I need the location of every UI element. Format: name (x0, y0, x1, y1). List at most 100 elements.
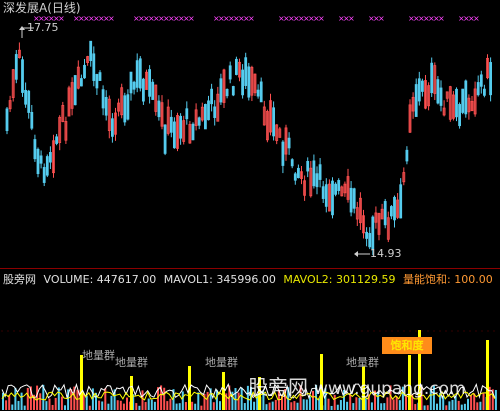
candle-body (104, 97, 108, 116)
saturation-guide-dot (307, 330, 309, 332)
saturation-guide-dot (31, 330, 33, 332)
candle-body (225, 88, 229, 97)
candle-body (197, 117, 201, 126)
volume-bar (482, 393, 485, 410)
saturation-guide-dot (187, 330, 189, 332)
candle-body (228, 65, 232, 80)
saturation-guide-dot (415, 330, 417, 332)
saturation-guide-dot (223, 330, 225, 332)
saturation-guide-dot (343, 330, 345, 332)
saturation-guide-dot (421, 330, 423, 332)
candle-body (163, 124, 167, 154)
saturation-guide-dot (361, 330, 363, 332)
volume-bar-highlight (486, 340, 489, 410)
mavol1-value: MAVOL1: 345996.00 (163, 273, 276, 286)
volume-bar (23, 405, 26, 410)
candle-body (95, 74, 99, 89)
candle-body (287, 137, 291, 149)
volume-bar (76, 389, 79, 410)
low-volume-tag: 地量群 (115, 356, 148, 369)
candle-body (27, 90, 31, 113)
low-price-label: 14.93 (370, 247, 402, 260)
volume-bar (147, 398, 150, 410)
candle-body (393, 196, 396, 221)
candle-body (73, 75, 77, 106)
volume-bar (64, 405, 66, 410)
saturation-guide-dot (37, 330, 39, 332)
saturation-guide-dot (373, 330, 375, 332)
saturation-guide-dot (79, 330, 81, 332)
candle-body (45, 156, 49, 176)
saturation-guide-dot (367, 330, 369, 332)
volume-bar (60, 396, 63, 410)
candle-body (231, 86, 235, 96)
volume-bar (346, 401, 349, 410)
saturation-guide-dot (265, 330, 267, 332)
volume-bar (268, 402, 271, 410)
candle-body (33, 139, 37, 160)
candle-body (420, 80, 424, 92)
saturation-guide-dot (121, 330, 123, 332)
high-arrow-icon (19, 26, 34, 38)
candle-body (281, 141, 285, 166)
volume-bar (144, 402, 147, 410)
saturation-guide-dot (1, 330, 3, 332)
saturation-guide-dot (481, 330, 483, 332)
saturation-guide-dot (277, 330, 279, 332)
price-chart-panel[interactable]: × × × × × × × × × × × × × × × × × × × × × × × × × × × × × × × × × × × × × × × ×… (0, 0, 500, 267)
volume-bar (57, 387, 60, 410)
saturation-guide-dot (319, 330, 321, 332)
saturation-guide-dot (205, 330, 207, 332)
candle-body (324, 184, 328, 207)
volume-bar (414, 404, 417, 410)
candle-body (234, 58, 238, 75)
volume-bar (116, 400, 119, 410)
candle-body (21, 59, 24, 93)
candle-body (399, 184, 403, 219)
volume-bar (26, 387, 29, 410)
candle-body (30, 111, 34, 129)
volume-bar (423, 405, 426, 410)
candle-body (42, 167, 46, 183)
volume-bar (153, 401, 156, 410)
saturation-guide-dot (331, 330, 333, 332)
saturation-guide-dot (379, 330, 381, 332)
low-volume-tag: 地量群 (205, 356, 238, 369)
volume-bar (494, 389, 497, 410)
candle-body (111, 118, 114, 137)
volume-bar (398, 400, 401, 410)
volume-bar (135, 403, 138, 410)
volume-value: VOLUME: 447617.00 (43, 273, 157, 286)
saturation-guide-dot (175, 330, 177, 332)
candle-body (148, 69, 152, 97)
candle-body (141, 78, 145, 102)
candle-body (219, 78, 223, 103)
volume-bar (17, 400, 20, 410)
signal-marker: × (378, 14, 385, 23)
volume-bar (141, 390, 144, 410)
saturation-guide-dot (211, 330, 213, 332)
signal-marker: × (188, 14, 195, 23)
saturation-guide-dot (493, 330, 495, 332)
candle-body (39, 155, 43, 164)
volume-bar (122, 403, 125, 410)
saturation-guide-dot (301, 330, 303, 332)
candle-body (135, 60, 139, 88)
saturation-guide-dot (169, 330, 171, 332)
volume-bar (330, 405, 333, 410)
volume-bar (426, 405, 429, 410)
candle-body (315, 173, 319, 188)
saturation-guide-dot (43, 330, 45, 332)
volume-bar (271, 401, 274, 410)
volume-bar (163, 387, 166, 410)
candle-body (191, 123, 195, 141)
candle-body (296, 167, 300, 179)
watermark-url: www.gupang.com (314, 379, 466, 399)
volume-bar (302, 399, 305, 410)
candle-body (464, 80, 468, 115)
saturation-guide-dot (463, 330, 465, 332)
volume-bar (265, 404, 268, 410)
saturation-guide-dot (409, 330, 411, 332)
candle-body (436, 79, 440, 104)
volume-bar (169, 398, 172, 410)
